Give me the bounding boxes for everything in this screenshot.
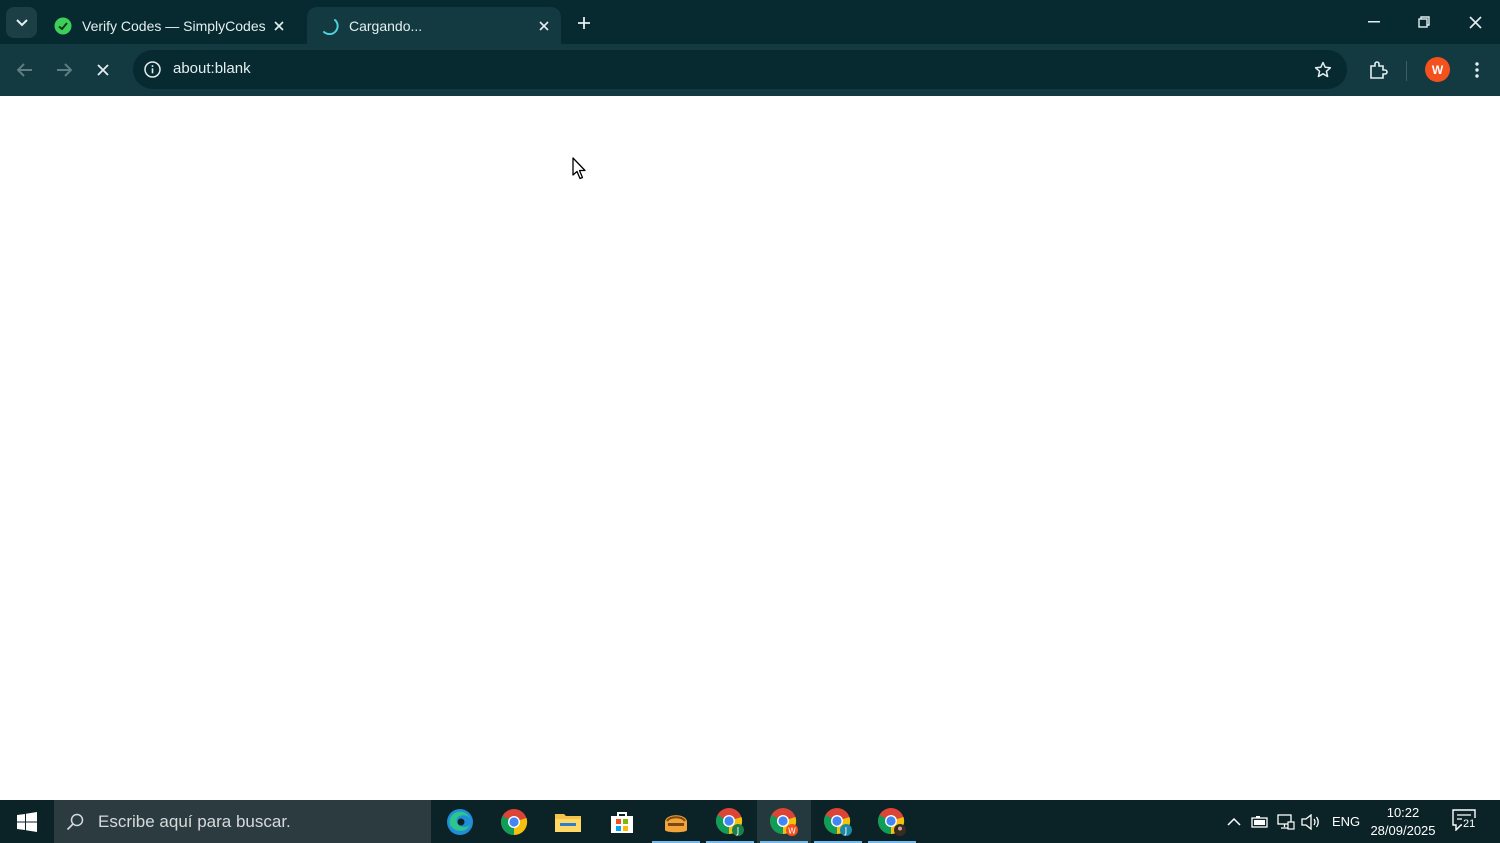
chevron-down-icon [15,18,28,26]
taskbar-app-chrome-j[interactable]: J [703,800,757,843]
tab-close-button[interactable] [268,15,290,37]
chrome-profile-photo-icon [878,807,906,836]
simplycodes-favicon-icon [54,17,72,35]
tab-search-button[interactable] [6,7,37,38]
tab-verify-codes[interactable]: Verify Codes — SimplyCodes [40,7,296,44]
close-icon [97,64,109,76]
battery-status[interactable] [1250,812,1270,832]
taskbar-app-edge[interactable] [433,800,487,843]
svg-text:W: W [788,826,796,835]
tab-strip: Verify Codes — SimplyCodes Cargando... [0,0,1500,44]
edge-icon [447,808,473,835]
stop-loading-button[interactable] [87,54,119,86]
close-icon [1468,15,1482,29]
close-icon [274,20,284,31]
clock-date: 28/09/2025 [1370,823,1436,838]
page-viewport[interactable] [0,96,1500,800]
profile-avatar[interactable]: W [1425,57,1450,82]
bookmark-star-icon[interactable] [1311,58,1335,82]
clock-time: 10:22 [1386,805,1420,820]
new-tab-button[interactable] [571,10,597,36]
forward-button[interactable] [48,54,80,86]
taskbar-app-chrome[interactable] [487,800,541,843]
browser-menu-button[interactable] [1461,54,1493,86]
chrome-profile-j-icon: J [716,807,744,836]
file-explorer-icon [555,813,581,832]
chrome-profile-j2-icon: J [824,807,852,836]
tab-loading[interactable]: Cargando... [307,7,561,44]
microsoft-store-icon [611,811,633,833]
chrome-profile-w-icon: W [770,807,798,836]
browser-toolbar: about:blank W [0,44,1500,96]
show-hidden-icons-button[interactable] [1224,812,1244,832]
close-icon [539,20,549,31]
taskbar-search-placeholder: Escribe aquí para buscar. [98,811,291,831]
taskbar-clock[interactable]: 10:22 28/09/2025 [1366,804,1440,840]
taskbar-app-store[interactable] [595,800,649,843]
minimize-button[interactable] [1349,0,1399,44]
extensions-button[interactable] [1362,54,1394,86]
search-icon [66,813,84,830]
tab-title: Cargando... [349,17,423,34]
windows-logo-icon [17,811,37,832]
volume-control[interactable] [1301,812,1321,832]
plus-icon [578,17,590,29]
input-language-indicator[interactable]: ENG [1332,814,1360,829]
taskbar-app-chrome-j2[interactable]: J [811,800,865,843]
start-button[interactable] [0,800,54,843]
windows-taskbar: Escribe aquí para buscar. J W J ENG 10:2… [0,800,1500,843]
svg-text:J: J [844,826,848,836]
game-app-icon [665,814,687,832]
arrow-left-icon [17,63,32,77]
taskbar-app-chrome-w[interactable]: W [757,800,811,843]
close-window-button[interactable] [1450,0,1500,44]
minimize-icon [1368,21,1380,23]
mouse-cursor-icon [572,157,586,180]
more-vertical-icon [1475,62,1479,78]
puzzle-icon [1370,61,1388,79]
speaker-icon [1301,814,1319,830]
info-icon[interactable] [141,58,164,81]
battery-icon [1251,816,1268,828]
taskbar-app-game[interactable] [649,800,703,843]
restore-icon [1418,16,1430,28]
address-bar-url: about:blank [173,60,251,77]
tab-title: Verify Codes — SimplyCodes [82,17,266,34]
loading-spinner-icon [321,17,339,35]
tab-close-button[interactable] [533,15,555,37]
taskbar-app-chrome-photo[interactable] [865,800,919,843]
arrow-right-icon [57,63,72,77]
network-status[interactable] [1276,812,1296,832]
toolbar-separator [1406,61,1407,81]
chevron-up-icon [1227,818,1241,826]
network-icon [1277,814,1295,830]
notification-center-button[interactable]: 21 [1452,809,1482,835]
chrome-icon [501,808,528,835]
back-button[interactable] [9,54,41,86]
taskbar-search-box[interactable]: Escribe aquí para buscar. [54,800,431,843]
restore-button[interactable] [1399,0,1449,44]
taskbar-app-file-explorer[interactable] [541,800,595,843]
svg-text:J: J [736,826,740,836]
address-bar[interactable]: about:blank [133,50,1347,89]
notification-count-badge: 21 [1462,818,1477,830]
